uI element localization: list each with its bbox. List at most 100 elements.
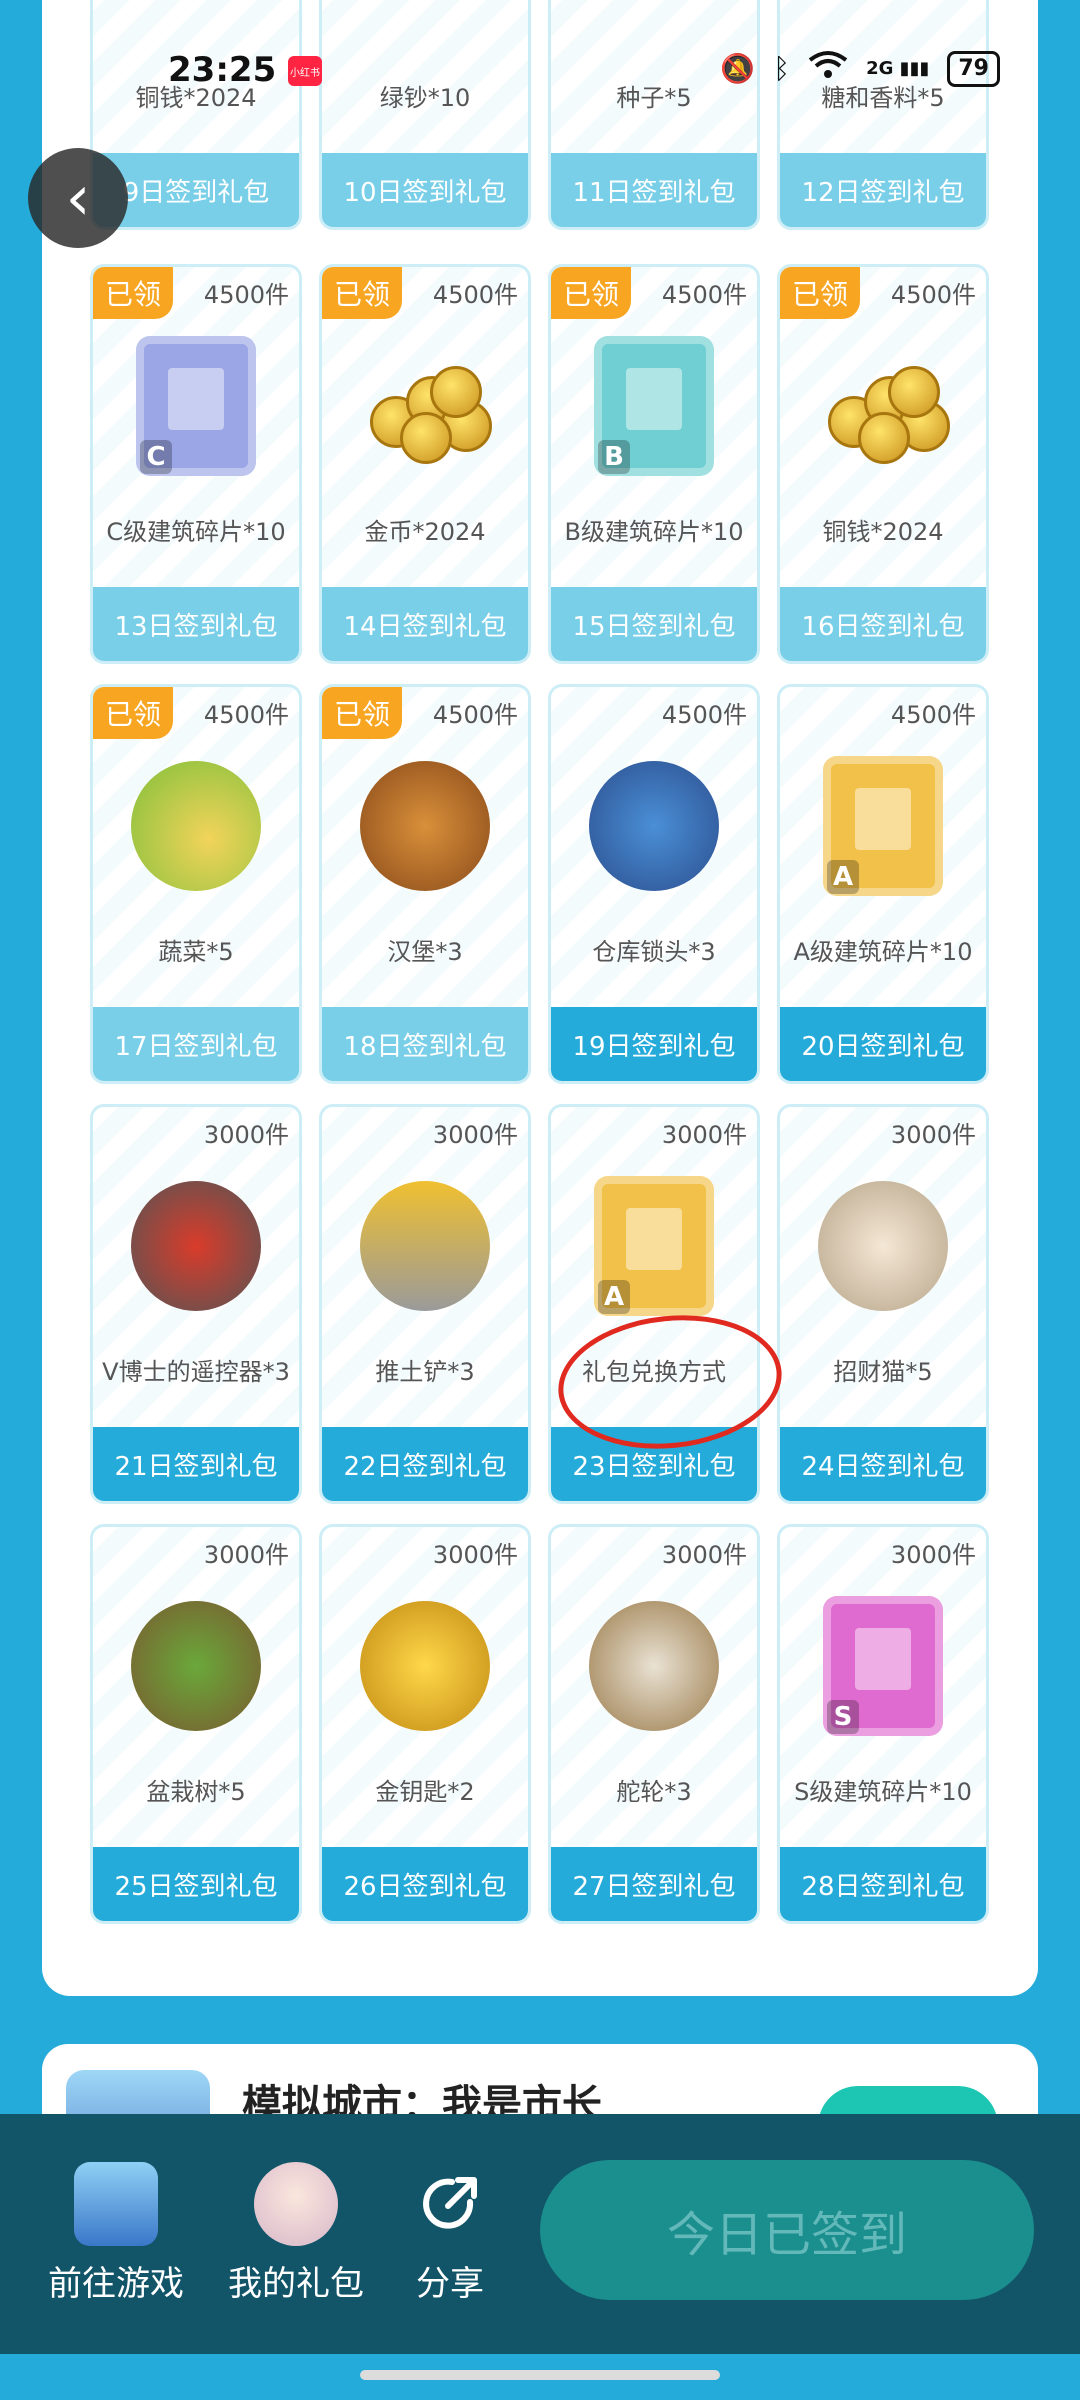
c-shard-icon: C xyxy=(136,336,256,476)
gold-key-icon xyxy=(360,1601,490,1731)
gift-footer: 19日签到礼包 xyxy=(551,1007,757,1081)
stock-count: 3000件 xyxy=(890,1541,976,1569)
gift-image: A xyxy=(579,1171,729,1321)
gift-name: C级建筑碎片*10 xyxy=(106,518,286,546)
signal-icon: 2G ▮▮▮ xyxy=(866,58,930,79)
go-game-button[interactable]: 前往游戏 xyxy=(48,2162,184,2305)
gift-name: A级建筑碎片*10 xyxy=(793,938,973,966)
stock-count: 4500件 xyxy=(432,281,518,309)
gift-card[interactable]: 已领 4500件 铜钱*2024 16日签到礼包 xyxy=(777,264,989,664)
gift-card[interactable]: 已领 4500件 汉堡*3 18日签到礼包 xyxy=(319,684,531,1084)
gift-footer: 25日签到礼包 xyxy=(93,1847,299,1921)
gift-card[interactable]: 3000件 舵轮*3 27日签到礼包 xyxy=(548,1524,760,1924)
stock-count: 4500件 xyxy=(432,701,518,729)
stock-count: 4500件 xyxy=(890,281,976,309)
gift-card[interactable]: 已领 4500件 B B级建筑碎片*10 15日签到礼包 xyxy=(548,264,760,664)
claimed-tag: 已领 xyxy=(780,267,860,319)
gift-name: 推土铲*3 xyxy=(375,1358,475,1386)
remote-switch-icon xyxy=(131,1181,261,1311)
gift-card[interactable]: 4500件 A A级建筑碎片*10 20日签到礼包 xyxy=(777,684,989,1084)
gift-card[interactable]: 已领 4500件 C C级建筑碎片*10 13日签到礼包 xyxy=(90,264,302,664)
gift-card[interactable]: 3000件 S S级建筑碎片*10 28日签到礼包 xyxy=(777,1524,989,1924)
avatar-icon xyxy=(254,2162,338,2246)
share-button[interactable]: 分享 xyxy=(408,2162,492,2305)
bulldozer-blade-icon xyxy=(360,1181,490,1311)
my-gifts-button[interactable]: 我的礼包 xyxy=(228,2162,364,2305)
gift-name: V博士的遥控器*3 xyxy=(102,1358,290,1386)
stock-count: 3000件 xyxy=(203,1541,289,1569)
gift-card[interactable]: 绿钞*10 10日签到礼包 xyxy=(319,0,531,230)
gift-card[interactable]: 3000件 盆栽树*5 25日签到礼包 xyxy=(90,1524,302,1924)
chevron-left-icon: ‹ xyxy=(65,161,91,234)
network-type-label: 2G xyxy=(866,58,894,79)
gift-image: B xyxy=(579,331,729,481)
home-indicator[interactable] xyxy=(360,2370,720,2380)
gift-image xyxy=(350,331,500,481)
b-shard-icon: B xyxy=(594,336,714,476)
claimed-tag: 已领 xyxy=(93,267,173,319)
gift-card[interactable]: 已领 4500件 金币*2024 14日签到礼包 xyxy=(319,264,531,664)
stock-count: 3000件 xyxy=(661,1121,747,1149)
gift-name: 招财猫*5 xyxy=(833,1358,933,1386)
xiaohongshu-badge: 小红书 xyxy=(288,56,322,86)
stock-count: 4500件 xyxy=(661,701,747,729)
stock-count: 4500件 xyxy=(203,281,289,309)
gift-footer: 11日签到礼包 xyxy=(551,153,757,227)
gift-image: A xyxy=(808,751,958,901)
gift-card[interactable]: 种子*5 11日签到礼包 xyxy=(548,0,760,230)
gift-card[interactable]: 4500件 仓库锁头*3 19日签到礼包 xyxy=(548,684,760,1084)
stock-count: 4500件 xyxy=(203,701,289,729)
gift-footer: 20日签到礼包 xyxy=(780,1007,986,1081)
gift-name: 金钥匙*2 xyxy=(375,1778,475,1806)
gift-image: S xyxy=(808,1591,958,1741)
padlock-icon xyxy=(589,761,719,891)
s-shard-icon: S xyxy=(823,1596,943,1736)
my-gifts-label: 我的礼包 xyxy=(228,2264,364,2304)
battery-icon: 79 xyxy=(947,50,1000,87)
back-button[interactable]: ‹ xyxy=(28,148,128,248)
share-icon xyxy=(408,2162,492,2246)
gift-card[interactable]: 已领 4500件 蔬菜*5 17日签到礼包 xyxy=(90,684,302,1084)
gift-name: S级建筑碎片*10 xyxy=(794,1778,972,1806)
gift-footer: 21日签到礼包 xyxy=(93,1427,299,1501)
status-bar: 23:25 小红书 🔕 ᛒ 2G ▮▮▮ 79 xyxy=(0,50,1080,94)
gold-coins-icon xyxy=(360,356,492,464)
claimed-tag: 已领 xyxy=(93,687,173,739)
gift-footer: 26日签到礼包 xyxy=(322,1847,528,1921)
a-shard-icon: A xyxy=(594,1176,714,1316)
gift-card[interactable]: 糖和香料*5 12日签到礼包 xyxy=(777,0,989,230)
gift-name: 蔬菜*5 xyxy=(158,938,234,966)
gift-name: 仓库锁头*3 xyxy=(592,938,716,966)
gift-image xyxy=(350,1171,500,1321)
gift-footer: 18日签到礼包 xyxy=(322,1007,528,1081)
gift-footer: 22日签到礼包 xyxy=(322,1427,528,1501)
stock-count: 4500件 xyxy=(661,281,747,309)
wifi-icon xyxy=(808,50,848,87)
signed-today-button[interactable]: 今日已签到 xyxy=(540,2160,1034,2300)
gift-footer: 15日签到礼包 xyxy=(551,587,757,661)
gift-footer: 27日签到礼包 xyxy=(551,1847,757,1921)
stock-count: 3000件 xyxy=(432,1121,518,1149)
gift-image xyxy=(350,751,500,901)
gift-footer: 28日签到礼包 xyxy=(780,1847,986,1921)
gift-name: 舵轮*3 xyxy=(616,1778,692,1806)
copper-coins-icon xyxy=(818,356,950,464)
gift-image: C xyxy=(121,331,271,481)
gift-footer: 12日签到礼包 xyxy=(780,153,986,227)
gift-image xyxy=(121,1591,271,1741)
mute-icon: 🔕 xyxy=(720,52,756,85)
gift-image xyxy=(808,1171,958,1321)
status-icons: 🔕 ᛒ 2G ▮▮▮ 79 xyxy=(720,50,1000,87)
stock-count: 3000件 xyxy=(203,1121,289,1149)
bonsai-icon xyxy=(131,1601,261,1731)
stock-count: 4500件 xyxy=(890,701,976,729)
gift-card[interactable]: 3000件 推土铲*3 22日签到礼包 xyxy=(319,1104,531,1504)
gift-footer: 14日签到礼包 xyxy=(322,587,528,661)
gift-card[interactable]: 3000件 招财猫*5 24日签到礼包 xyxy=(777,1104,989,1504)
gift-image xyxy=(350,1591,500,1741)
bottom-bar: 前往游戏 我的礼包 分享 今日已签到 xyxy=(0,2114,1080,2354)
claimed-tag: 已领 xyxy=(322,687,402,739)
gift-image xyxy=(579,1591,729,1741)
gift-card[interactable]: 3000件 金钥匙*2 26日签到礼包 xyxy=(319,1524,531,1924)
gift-card[interactable]: 3000件 V博士的遥控器*3 21日签到礼包 xyxy=(90,1104,302,1504)
